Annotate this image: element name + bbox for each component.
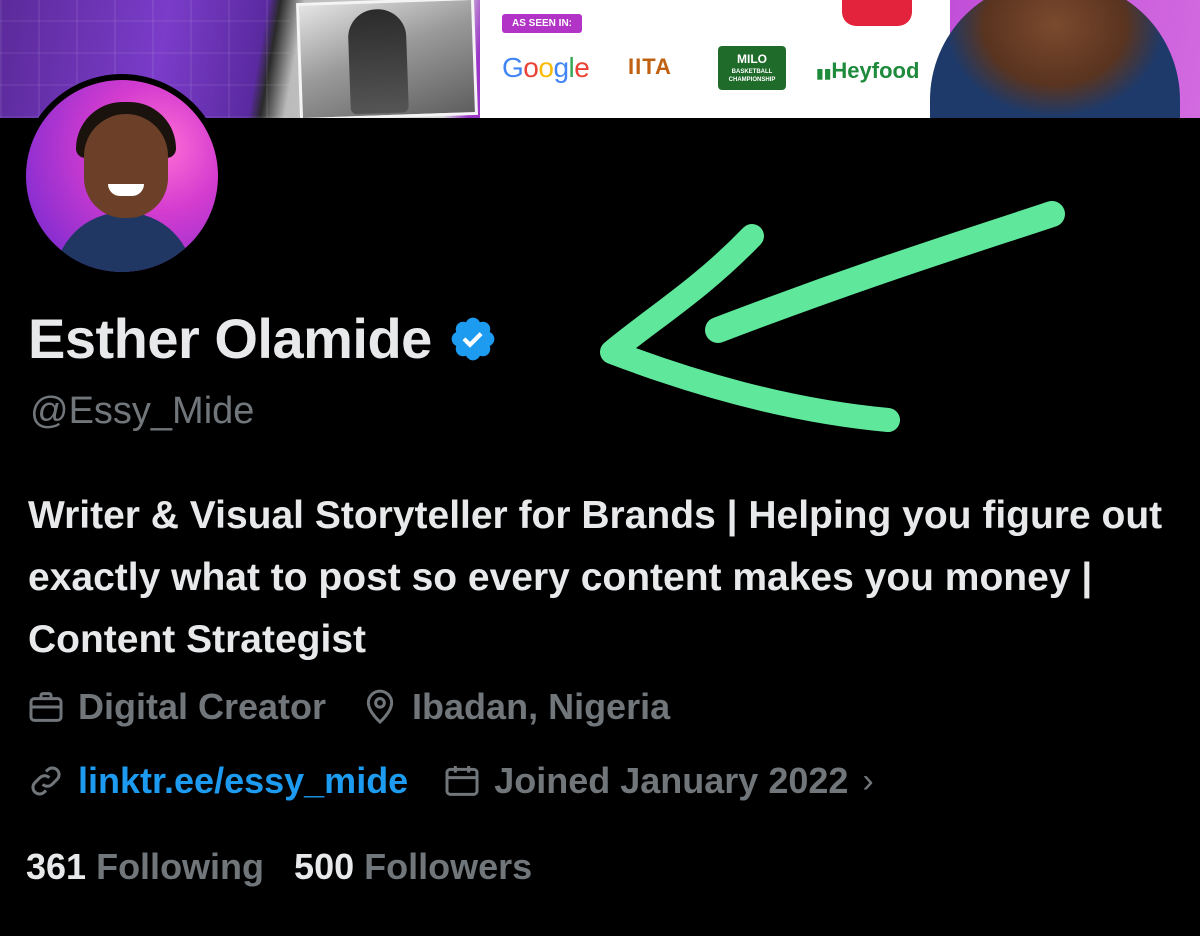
calendar-icon (445, 766, 479, 796)
follow-stats: 361 Following 500 Followers (26, 846, 532, 888)
location-label: Ibadan, Nigeria (412, 686, 671, 727)
followers-label: Followers (364, 846, 533, 887)
following-label: Following (96, 846, 265, 887)
location-item: Ibadan, Nigeria (360, 686, 670, 728)
verified-badge-icon[interactable] (448, 314, 498, 364)
following-count: 361 (26, 846, 87, 887)
google-logo: Google (502, 52, 590, 83)
profile-meta-row-2: linktr.ee/essy_mide Joined January 2022 … (26, 760, 874, 802)
profile-bio: Writer & Visual Storyteller for Brands |… (28, 494, 1163, 661)
location-pin-icon (366, 689, 394, 725)
website-link[interactable]: linktr.ee/essy_mide (78, 760, 408, 802)
avatar[interactable] (20, 74, 224, 278)
banner-person-photo (930, 0, 1180, 118)
banner-red-shape (842, 0, 912, 26)
chevron-right-icon[interactable]: › (862, 762, 873, 801)
following-stat[interactable]: 361 Following (26, 846, 264, 888)
briefcase-icon (29, 692, 63, 722)
joined-date: Joined January 2022 (494, 760, 849, 801)
joined-item[interactable]: Joined January 2022 › (442, 760, 874, 802)
website-item[interactable]: linktr.ee/essy_mide (26, 760, 408, 802)
user-handle: @Essy_Mide (30, 390, 255, 432)
avatar-image (26, 80, 218, 272)
milo-logo-subtext: BASKETBALL CHAMPIONSHIP (728, 69, 776, 83)
link-icon (31, 766, 61, 796)
milo-logo-text: MILO (737, 52, 767, 66)
name-row: Esther Olamide (28, 306, 498, 372)
heyfood-logo-text: Heyfood (831, 58, 920, 83)
profile-meta-row: Digital Creator Ibadan, Nigeria (26, 686, 670, 728)
seen-in-label: AS SEEN IN: (502, 14, 583, 33)
display-name: Esther Olamide (28, 307, 432, 370)
category-label: Digital Creator (78, 686, 327, 727)
heyfood-logo: ▮▮Heyfood (816, 58, 920, 83)
category-item: Digital Creator (26, 686, 326, 728)
banner-photo (295, 0, 479, 118)
followers-count: 500 (294, 846, 355, 887)
followers-stat[interactable]: 500 Followers (294, 846, 532, 888)
milo-logo: MILO BASKETBALL CHAMPIONSHIP (718, 46, 786, 90)
iita-logo: IITA (628, 54, 672, 79)
